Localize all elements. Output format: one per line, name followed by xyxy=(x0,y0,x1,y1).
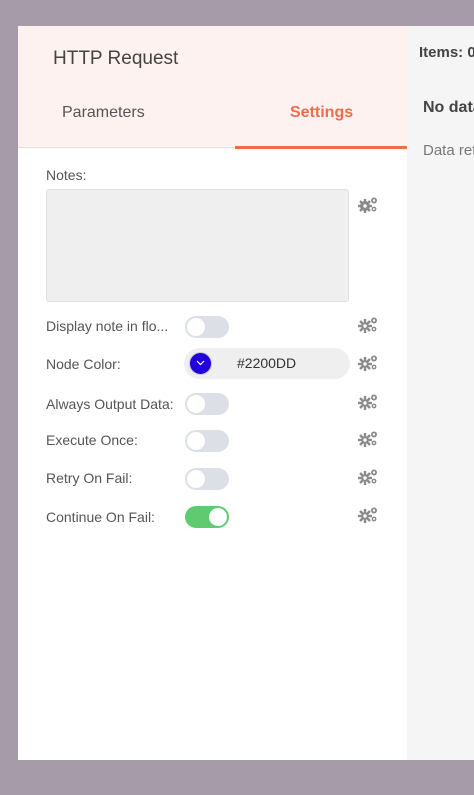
continue-on-fail-toggle[interactable] xyxy=(185,506,229,528)
node-color-picker[interactable]: #2200DD xyxy=(184,348,350,379)
output-panel: Items: 0 No data Data returned by this n… xyxy=(407,26,474,760)
gears-icon[interactable] xyxy=(358,196,378,214)
no-data-title: No data xyxy=(423,99,474,116)
gears-icon[interactable] xyxy=(358,468,378,486)
items-count: Items: 0 xyxy=(419,44,474,61)
notes-label: Notes: xyxy=(46,167,87,183)
tab-settings[interactable]: Settings xyxy=(290,104,353,122)
gears-icon[interactable] xyxy=(358,506,378,524)
notes-textarea[interactable] xyxy=(46,189,349,302)
settings-panel: HTTP Request Parameters Settings Notes: xyxy=(18,26,407,760)
node-settings-dialog: HTTP Request Parameters Settings Notes: xyxy=(18,26,474,760)
execute-once-toggle[interactable] xyxy=(185,430,229,452)
display-note-toggle[interactable] xyxy=(185,316,229,338)
no-data-hint: Data returned by this node will display … xyxy=(423,142,474,159)
gears-icon[interactable] xyxy=(358,316,378,334)
retry-on-fail-toggle[interactable] xyxy=(185,468,229,490)
retry-on-fail-label: Retry On Fail: xyxy=(46,470,133,486)
color-swatch[interactable] xyxy=(189,352,212,375)
gears-icon[interactable] xyxy=(358,393,378,411)
execute-once-label: Execute Once: xyxy=(46,432,138,448)
gears-icon[interactable] xyxy=(358,354,378,372)
node-title: HTTP Request xyxy=(53,48,179,69)
chevron-down-icon xyxy=(196,360,205,366)
tab-parameters[interactable]: Parameters xyxy=(62,104,145,122)
active-tab-indicator xyxy=(235,146,407,149)
always-output-label: Always Output Data: xyxy=(46,396,174,412)
display-note-label: Display note in flo... xyxy=(46,318,169,334)
gears-icon[interactable] xyxy=(358,430,378,448)
node-color-value[interactable]: #2200DD xyxy=(237,355,296,371)
node-color-label: Node Color: xyxy=(46,356,121,372)
panel-header: HTTP Request Parameters Settings xyxy=(18,26,407,148)
always-output-toggle[interactable] xyxy=(185,393,229,415)
continue-on-fail-label: Continue On Fail: xyxy=(46,509,155,525)
